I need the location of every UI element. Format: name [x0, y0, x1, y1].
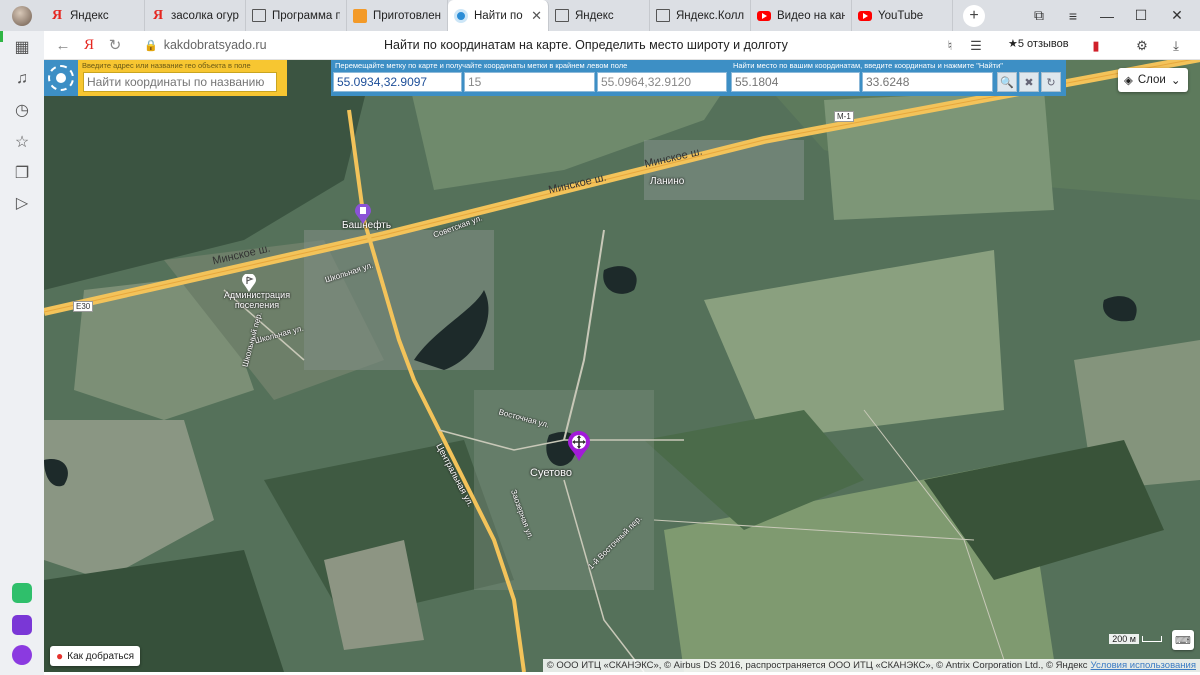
youtube-icon [757, 10, 771, 21]
refresh-icon: ↻ [1046, 76, 1056, 89]
tab-programma[interactable]: Программа пе [246, 0, 347, 31]
doc-icon [252, 9, 266, 22]
copyright-text: © ООО ИТЦ «СКАНЭКС», © Airbus DS 2016, р… [546, 660, 1088, 671]
chevron-down-icon: ⌄ [1170, 75, 1181, 87]
play-icon[interactable]: ▷ [12, 193, 32, 213]
url-text[interactable]: kakdobratsyado.ru [164, 38, 267, 52]
minimize-button[interactable]: — [1090, 0, 1124, 31]
sidebar-indicator [0, 31, 3, 42]
youtube-icon [858, 10, 872, 21]
tab-active-coords[interactable]: Найти по коорд✕ [448, 0, 549, 31]
bell-icon[interactable]: ♫ [12, 69, 32, 89]
tab-bar: ЯЯндекс Язасолка огурц Программа пе Приг… [0, 0, 1200, 31]
zoom-field[interactable] [464, 72, 595, 92]
gas-station-icon[interactable] [355, 204, 371, 224]
collections-icon[interactable]: ❐ [12, 163, 32, 183]
longitude-field[interactable] [862, 72, 993, 92]
doc-icon [555, 9, 569, 22]
map-imagery [44, 60, 1200, 672]
scale-bar [1142, 636, 1162, 642]
tab-yandex-collections[interactable]: Яндекс.Коллек [650, 0, 751, 31]
marker-hint: Перемещайте метку по карте и получайте к… [335, 61, 628, 70]
site-logo[interactable] [44, 60, 78, 96]
doc-icon [656, 9, 670, 22]
tab-yandex-2[interactable]: Яндекс [549, 0, 650, 31]
page-title: Найти по координатам на карте. Определит… [384, 38, 788, 52]
download-icon[interactable]: ⤓ [1166, 36, 1186, 56]
lock-icon: 🔒 [144, 39, 158, 52]
name-search-input[interactable] [83, 72, 277, 92]
extensions-icon[interactable]: ⚙ [1132, 36, 1152, 56]
scale-label: 200 м [1109, 634, 1139, 644]
name-search-panel: Введите адрес или название гео объекта в… [78, 60, 287, 96]
latitude-field[interactable] [731, 72, 860, 92]
terms-link[interactable]: Условия использования [1091, 660, 1196, 671]
search-icon: 🔍 [1000, 76, 1014, 89]
menu-icon[interactable]: ≡ [1056, 0, 1090, 31]
draggable-marker-pin[interactable] [568, 431, 590, 461]
clear-button[interactable]: ✖ [1019, 72, 1039, 92]
center-coords-field[interactable] [597, 72, 727, 92]
site-icon [454, 8, 468, 23]
search-hint: Введите адрес или название гео объекта в… [82, 61, 251, 70]
refresh-button[interactable]: ↻ [1041, 72, 1061, 92]
reviews-button[interactable]: ★5 отзывов [1002, 35, 1075, 52]
village-label: Ланино [650, 176, 685, 187]
history-icon[interactable]: ◷ [12, 100, 32, 120]
tabs-overview-icon[interactable]: ⧉ [1022, 0, 1056, 31]
close-tab-icon[interactable]: ✕ [531, 8, 542, 24]
how-to-get-label: Как добраться [67, 650, 135, 662]
find-hint: Найти место по вашим координатам, введит… [733, 61, 1003, 70]
location-pin-icon: ● [56, 649, 64, 663]
maximize-button[interactable]: ☐ [1124, 0, 1158, 31]
map-scale: 200 м [1109, 634, 1162, 644]
orange-tab-icon [353, 8, 367, 23]
layers-icon: ◈ [1124, 75, 1133, 87]
admin-label: Администрация поселения [223, 290, 291, 310]
browser-sidebar: ▦ ♫ ◷ ☆ ❐ ▷ [0, 31, 44, 675]
back-button[interactable]: ← [50, 32, 76, 58]
alice-shop-icon[interactable] [12, 615, 32, 635]
headphones-icon[interactable]: ♮ [940, 36, 960, 56]
map-copyright: © ООО ИТЦ «СКАНЭКС», © Airbus DS 2016, р… [542, 659, 1200, 672]
marker-coords-field[interactable] [333, 72, 462, 92]
yandex-home-icon[interactable]: Я [76, 32, 102, 58]
close-icon: ✖ [1024, 76, 1034, 89]
search-button[interactable]: 🔍 [997, 72, 1017, 92]
route-m1-badge: M-1 [834, 111, 854, 122]
layers-label: Слои [1137, 74, 1166, 86]
new-tab-button[interactable]: + [963, 4, 985, 27]
grid-apps-icon[interactable]: ▦ [12, 37, 32, 57]
reader-icon[interactable]: ☰ [966, 36, 986, 56]
alice-icon[interactable] [12, 645, 32, 665]
yandex-icon: Я [51, 7, 63, 23]
address-bar: ← Я ↻ 🔒 kakdobratsyado.ru Найти по коорд… [44, 31, 1200, 60]
sun-logo-icon [48, 65, 74, 91]
tab-zasolka[interactable]: Язасолка огурц [145, 0, 246, 31]
satellite-map[interactable]: Введите адрес или название гео объекта в… [44, 60, 1200, 672]
how-to-get-button[interactable]: ● Как добраться [50, 646, 141, 666]
tab-yandex[interactable]: Я Яндекс [44, 0, 145, 31]
profile-avatar[interactable] [0, 0, 44, 31]
yandex-icon: Я [152, 7, 164, 23]
close-window-button[interactable]: ✕ [1160, 0, 1194, 31]
marker-coords-panel: Перемещайте метку по карте и получайте к… [331, 60, 729, 96]
flag-icon[interactable] [242, 274, 256, 292]
tab-youtube[interactable]: YouTube [852, 0, 953, 31]
layers-button[interactable]: ◈ Слои ⌄ [1118, 68, 1188, 92]
avatar-icon [12, 5, 32, 26]
keyboard-icon[interactable]: ⌨ [1172, 630, 1194, 650]
star-icon[interactable]: ☆ [12, 132, 32, 152]
tab-prigotovlenie[interactable]: Приготовлени [347, 0, 448, 31]
route-e30-badge: E30 [73, 301, 94, 312]
village-label: Суетово [530, 467, 572, 479]
messenger-icon[interactable] [12, 583, 32, 603]
reload-button[interactable]: ↻ [102, 32, 128, 58]
find-by-coords-panel: Найти место по вашим координатам, введит… [729, 60, 1066, 96]
bookmark-icon[interactable]: ▮ [1086, 36, 1106, 56]
tab-video[interactable]: Видео на кана [751, 0, 852, 31]
